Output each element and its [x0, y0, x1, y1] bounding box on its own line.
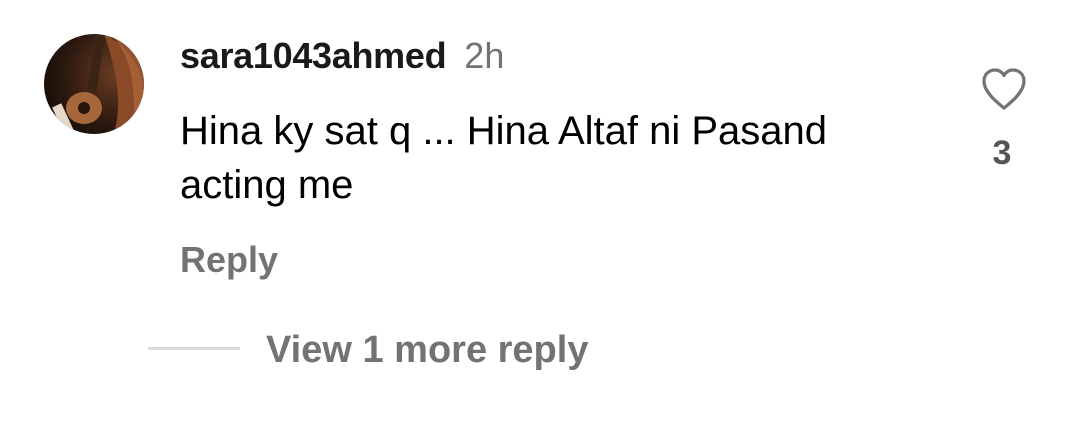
- like-button[interactable]: [980, 66, 1028, 112]
- avatar-image: [44, 34, 144, 134]
- like-count: 3: [992, 134, 1012, 172]
- view-more-replies-button[interactable]: View 1 more reply: [266, 325, 588, 375]
- comment-header: sara1043ahmed 2h: [180, 34, 504, 78]
- comment-text: Hina ky sat q ... Hina Altaf ni Pasand a…: [180, 109, 828, 207]
- avatar[interactable]: [44, 34, 144, 134]
- timestamp: 2h: [464, 35, 505, 76]
- username[interactable]: sara1043ahmed: [180, 35, 447, 76]
- heart-outline-icon: [982, 68, 1026, 110]
- thread-divider: [148, 347, 240, 350]
- reply-button[interactable]: Reply: [180, 236, 278, 284]
